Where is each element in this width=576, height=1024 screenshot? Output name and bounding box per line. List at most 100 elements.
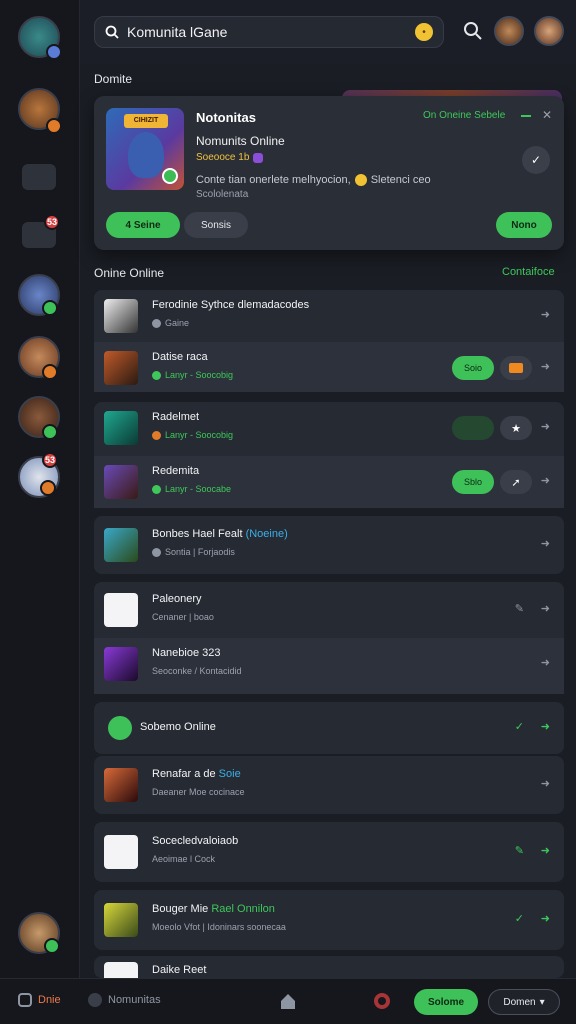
chevron-right-icon[interactable]: ➜ [541,420,550,433]
check-icon[interactable]: ✓ [515,720,524,733]
game-icon [104,299,138,333]
server-badge-4 [42,424,58,440]
details-button[interactable]: Sonsis [184,212,248,238]
item-subtitle: Gaine [152,318,189,328]
list-item[interactable]: Bonbes Hael Fealt (Noeine) Sontia | Forj… [94,519,564,571]
item-subtitle: Daeaner Moe cocinace [152,787,245,797]
list-item[interactable]: Radelmet Lanyr - Soocobig ★ ➜ [94,402,564,454]
server-badge-6 [40,480,56,496]
list-item[interactable]: Renafar a de Soie Daeaner Moe cocinace ➜ [94,759,564,811]
action-button[interactable]: Nono [496,212,552,238]
chevron-right-icon[interactable]: ➜ [541,656,550,669]
profile-avatar-2[interactable] [534,16,564,46]
item-title-accent: (Noeine) [245,528,288,540]
edit-icon[interactable]: ✎ [515,602,524,615]
controller-icon[interactable] [22,164,56,190]
item-subtitle-text: Lanyr - Soocabe [165,484,232,494]
chevron-right-icon[interactable]: ➜ [541,844,550,857]
chevron-right-icon[interactable]: ➜ [541,912,550,925]
community-icon [88,993,102,1007]
star-button[interactable]: ★ [500,416,532,440]
item-title: Bouger Mie Rael Onnilon [152,903,275,915]
close-icon[interactable]: ✕ [542,108,552,122]
nav-communities-label: Nomunitas [108,994,161,1006]
search-input[interactable]: Komunita lGane [127,24,407,40]
share-button[interactable]: ➚ [500,470,532,494]
orange-square-icon [509,363,523,373]
chevron-right-icon[interactable]: ➜ [541,474,550,487]
item-subtitle: Cenaner | boao [152,612,214,622]
item-title: Sobemo Online [140,721,216,733]
edit-icon[interactable]: ✎ [515,844,524,857]
list-item[interactable]: Paleonery Cenaner | boao ✎ ➜ [94,584,564,636]
launch-button[interactable]: Solome [414,989,478,1015]
chevron-right-icon[interactable]: ➜ [541,720,550,733]
house-icon[interactable] [278,991,298,1011]
item-subtitle: Aeoimae l Cock [152,854,216,864]
chevron-right-icon[interactable]: ➜ [541,537,550,550]
menu-dropdown-button[interactable]: Domen ▾ [488,989,560,1015]
join-pill-button[interactable]: Sblo [452,470,494,494]
item-title: Daike Reet [152,964,207,976]
join-pill-button[interactable]: Soio [452,356,494,380]
item-subtitle: Seoconke / Kontacidid [152,666,242,676]
server-rail: 53 53 [0,0,80,978]
list-item[interactable]: Ferodinie Sythce dlemadacodes Gaine ➜ [94,290,564,342]
see-all-link[interactable]: Contaifoce [502,266,555,278]
item-title: Ferodinie Sythce dlemadacodes [152,299,310,311]
list-card: Paleonery Cenaner | boao ✎ ➜ Nanebioe 32… [94,582,564,694]
search-icon [105,25,119,39]
menu-dropdown-label: Domen [503,996,536,1008]
item-title-text: Bouger Mie [152,903,209,915]
list-item[interactable]: Nanebioe 323 Seoconke / Kontacidid ➜ [94,638,564,694]
item-subtitle: Lanyr - Soocobig [152,430,233,440]
list-item[interactable]: Redemita Lanyr - Soocabe Sblo ➚ ➜ [94,456,564,508]
app-root: 53 53 Komunita lGane • Domite CIHIZIT No… [0,0,576,1024]
list-item[interactable]: Sobemo Online ✓ ➜ [94,702,564,754]
game-controller-icon[interactable] [372,991,392,1011]
server-badge-2 [42,300,58,316]
feature-title: Notonitas [196,110,256,125]
list-item[interactable]: Socecledvaloiaob Aeoimae l Cock ✎ ➜ [94,826,564,878]
chevron-right-icon[interactable]: ➜ [541,308,550,321]
join-button[interactable]: 4 Seine [106,212,180,238]
list-card: Radelmet Lanyr - Soocobig ★ ➜ Redemita L… [94,402,564,508]
section-title-online: Onine Online [94,266,165,280]
game-icon [104,903,138,937]
featured-card[interactable]: CIHIZIT Notonitas On Oneine Sebele ✕ Nom… [94,96,564,250]
feature-subtitle: Nomunits Online [196,134,285,148]
section-title-top: Domite [94,72,133,86]
item-title-accent: Rael Onnilon [211,903,275,915]
chevron-right-icon[interactable]: ➜ [541,777,550,790]
item-title: Bonbes Hael Fealt (Noeine) [152,528,288,540]
list-item[interactable]: Daike Reet [94,956,564,978]
list-item[interactable]: Bouger Mie Rael Onnilon Moeolo Vfot | Id… [94,894,564,946]
item-subtitle-text: Sontia | Forjaodis [165,547,235,557]
minimize-icon[interactable] [521,115,531,117]
home-badge [46,44,62,60]
check-icon[interactable]: ✓ [522,146,550,174]
item-title: Nanebioe 323 [152,647,221,659]
hidden-pill-button[interactable] [452,416,494,440]
nav-home[interactable]: Dnie [18,993,61,1007]
orange-toggle-button[interactable] [500,356,532,380]
smile-icon [354,174,367,186]
search-bar[interactable]: Komunita lGane • [94,16,444,48]
search-icon[interactable] [462,20,484,42]
list-card: Daike Reet [94,956,564,978]
game-icon [104,528,138,562]
nav-communities[interactable]: Nomunitas [88,993,161,1007]
emoji-icon[interactable]: • [415,23,433,41]
list-card: Bouger Mie Rael Onnilon Moeolo Vfot | Id… [94,890,564,950]
status-dot-icon [152,484,161,494]
game-icon [104,465,138,499]
list-card: Socecledvaloiaob Aeoimae l Cock ✎ ➜ [94,822,564,882]
list-item[interactable]: Datise raca Lanyr - Soocobig Soio ➜ [94,342,564,392]
online-indicator-icon [162,168,178,184]
chevron-right-icon[interactable]: ➜ [541,360,550,373]
profile-avatar-1[interactable] [494,16,524,46]
chevron-right-icon[interactable]: ➜ [541,602,550,615]
item-title: Paleonery [152,593,202,605]
check-icon[interactable]: ✓ [515,912,524,925]
item-title: Radelmet [152,411,200,423]
